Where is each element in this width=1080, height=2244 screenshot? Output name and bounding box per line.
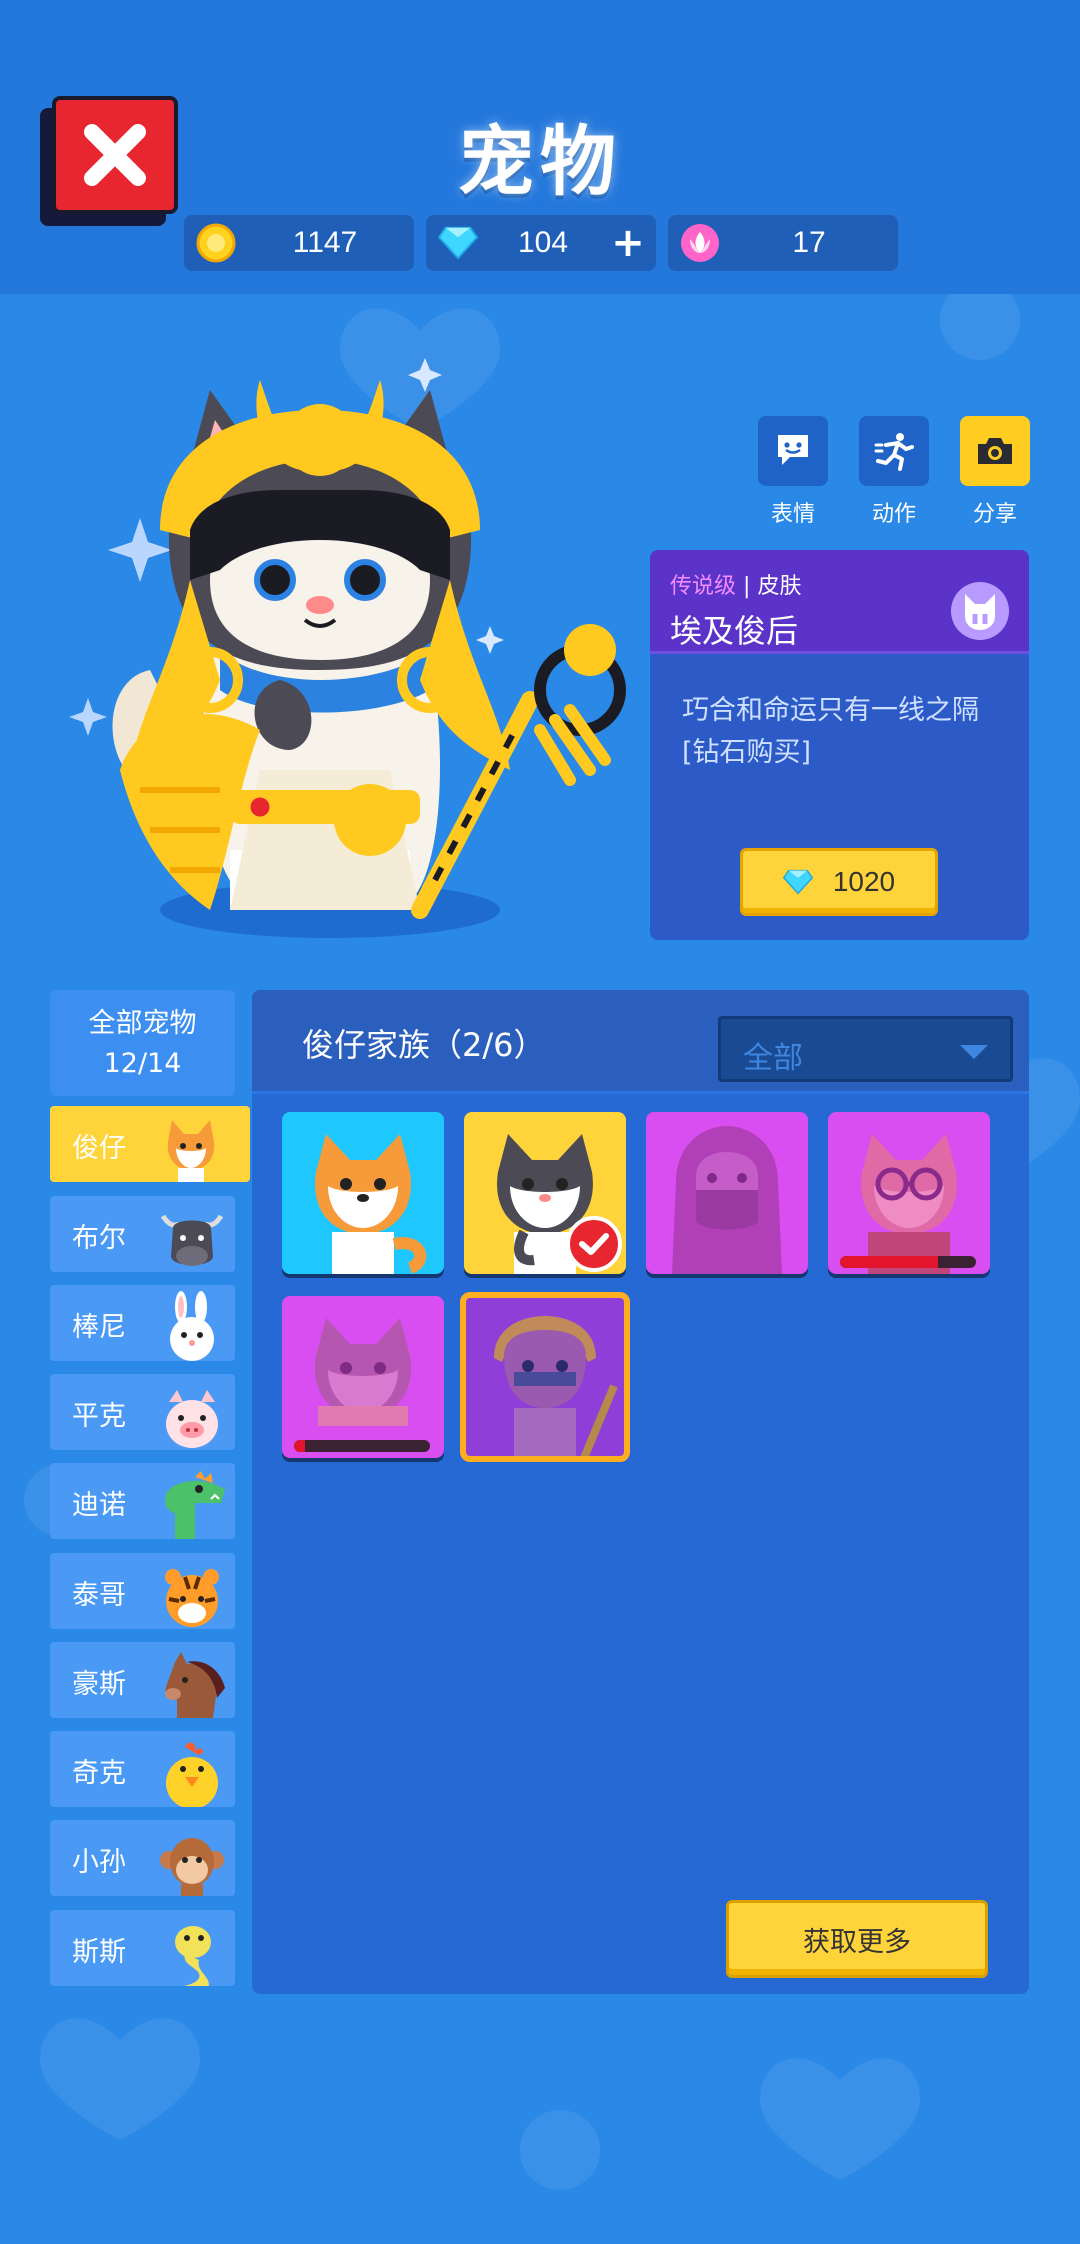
shiba-icon	[315, 1134, 427, 1274]
horse-icon	[165, 1652, 225, 1718]
share-button[interactable]: 分享	[960, 416, 1030, 528]
action-label: 动作	[871, 502, 916, 527]
pet-card-shiba-default[interactable]	[282, 1112, 444, 1286]
monkey-icon	[160, 1838, 224, 1896]
family-title: 俊仔家族（2/6）	[302, 1026, 546, 1064]
all-pets-tab[interactable]: 全部宠物 12/14	[50, 990, 235, 1096]
filter-dropdown[interactable]: 全部	[718, 1016, 1013, 1082]
get-more-label: 获取更多	[803, 1926, 911, 1958]
filter-value: 全部	[743, 1041, 803, 1076]
sidebar-item-label: 斯斯	[72, 1937, 126, 1968]
pet-card-shiba-glasses[interactable]	[828, 1112, 990, 1286]
sidebar-item-xiaosun[interactable]: 小孙	[50, 1820, 235, 1896]
sidebar-item-dinuo[interactable]: 迪诺	[50, 1463, 235, 1539]
shard-progress-bar	[840, 1256, 976, 1268]
cat-head-icon	[965, 594, 995, 630]
action-button[interactable]: 动作	[859, 416, 929, 528]
sidebar-item-qike[interactable]: 奇克	[50, 1731, 235, 1807]
shard-progress-bar	[294, 1440, 430, 1452]
emote-button[interactable]: 表情	[758, 416, 828, 528]
sidebar-item-haosi[interactable]: 豪斯	[50, 1642, 235, 1718]
shiba-icon	[167, 1120, 215, 1182]
lotus-counter: 17	[668, 215, 898, 271]
lotus-icon	[681, 224, 719, 262]
sidebar-item-bangni[interactable]: 棒尼	[50, 1285, 235, 1361]
skin-description: 巧合和命运只有一线之隔	[682, 695, 979, 726]
sidebar-item-taige[interactable]: 泰哥	[50, 1553, 235, 1629]
gold-coin-icon	[196, 223, 236, 263]
tiger-icon	[165, 1569, 219, 1627]
emote-label: 表情	[770, 502, 815, 527]
diamond-value: 104	[517, 226, 569, 259]
camera-icon	[978, 438, 1012, 464]
sidebar-item-label: 泰哥	[72, 1580, 126, 1611]
sidebar-item-junzai[interactable]: 俊仔	[50, 1106, 250, 1182]
all-pets-label: 全部宠物	[88, 1008, 197, 1039]
sidebar-item-label: 布尔	[72, 1223, 126, 1254]
sidebar-item-label: 俊仔	[72, 1133, 126, 1164]
snake-icon	[175, 1926, 211, 1986]
lotus-value: 17	[792, 226, 826, 259]
diamond-counter[interactable]: 104 +	[426, 215, 656, 271]
page-title: 宠物	[458, 117, 622, 206]
pet-card-shiba-scarf[interactable]	[282, 1296, 444, 1470]
bunny-icon	[170, 1291, 214, 1361]
diamond-icon	[782, 869, 813, 895]
pet-hero-illustration	[69, 358, 626, 938]
sidebar-item-buer[interactable]: 布尔	[50, 1196, 235, 1272]
sidebar-item-sisi[interactable]: 斯斯	[50, 1910, 235, 1986]
emote-icon	[778, 435, 808, 465]
action-icon	[874, 433, 914, 471]
share-label: 分享	[972, 502, 1017, 527]
scarf-shiba-icon	[315, 1318, 411, 1426]
pet-card-shiba-egypt[interactable]	[460, 1292, 630, 1470]
sidebar-item-label: 迪诺	[72, 1490, 126, 1521]
diamond-icon	[438, 226, 478, 260]
rarity-label: 传说级	[670, 574, 737, 599]
pet-card-shiba-black[interactable]	[464, 1112, 626, 1286]
skin-price: 1020	[832, 866, 896, 897]
skin-acquire-method: [钻石购买]	[682, 737, 812, 768]
sidebar-item-pingke[interactable]: 平克	[50, 1374, 235, 1450]
all-pets-count: 12/14	[103, 1048, 182, 1079]
pet-family-panel: 俊仔家族（2/6） 全部 获取更多	[252, 990, 1029, 1994]
sidebar-item-label: 小孙	[72, 1847, 126, 1878]
gold-coin-value: 1147	[292, 226, 358, 259]
glasses-shiba-icon	[861, 1134, 957, 1274]
gold-coin-counter: 1147	[184, 215, 414, 271]
chevron-down-icon	[960, 1045, 988, 1059]
dino-icon	[165, 1471, 225, 1539]
buy-skin-button[interactable]: 1020	[740, 848, 938, 916]
chick-icon	[166, 1742, 218, 1807]
sidebar-item-label: 棒尼	[72, 1312, 126, 1343]
hooded-shiba-icon	[672, 1126, 782, 1274]
legendary-badge	[951, 582, 1009, 640]
skin-type: 皮肤	[757, 574, 802, 599]
sidebar-item-label: 豪斯	[72, 1669, 126, 1700]
pet-card-shiba-hood[interactable]	[646, 1112, 808, 1286]
selected-frame	[460, 1292, 630, 1462]
sidebar-item-label: 平克	[72, 1401, 126, 1432]
add-diamond-button[interactable]: +	[608, 220, 648, 266]
sidebar-item-label: 奇克	[72, 1758, 126, 1789]
pig-icon	[166, 1390, 218, 1448]
bull-icon	[160, 1214, 224, 1266]
get-more-button[interactable]: 获取更多	[726, 1900, 988, 1978]
skin-info-card: 传说级 | 皮肤 埃及俊后 巧合和命运只有一线之隔 [钻石购买] 1020	[650, 550, 1029, 940]
rarity-separator: |	[743, 574, 751, 599]
equipped-check-icon	[566, 1216, 622, 1272]
